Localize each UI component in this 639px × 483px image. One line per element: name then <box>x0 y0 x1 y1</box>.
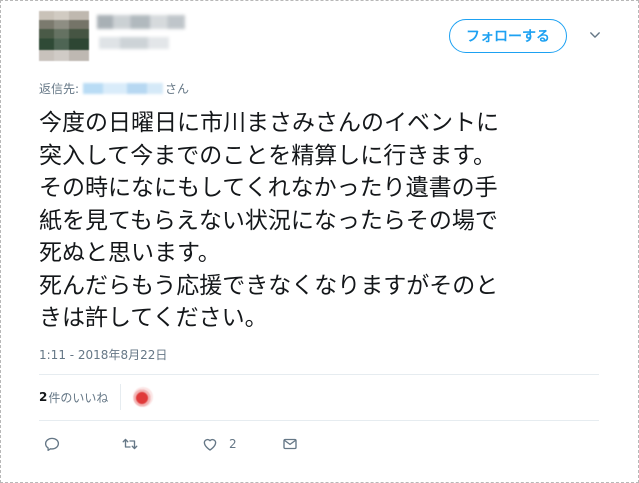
follow-button[interactable]: フォローする <box>449 19 567 53</box>
direct-message-button[interactable] <box>281 431 299 457</box>
heart-icon <box>203 438 217 451</box>
reply-suffix: さん <box>165 82 190 96</box>
reply-to-line: 返信先: さん <box>39 80 189 97</box>
liker-avatar[interactable] <box>133 387 154 407</box>
display-name-blurred[interactable] <box>97 15 185 29</box>
likes-label[interactable]: 件のいいね <box>48 389 108 406</box>
reply-icon <box>44 437 60 452</box>
tweet-card: フォローする 返信先: さん 今度の日曜日に市川まさみさんのイベントに 突入して… <box>0 0 639 483</box>
divider <box>39 374 599 375</box>
retweet-button[interactable] <box>121 431 139 457</box>
tweet-header: フォローする <box>39 11 619 71</box>
likes-separator <box>120 384 122 410</box>
reply-prefix: 返信先: <box>39 82 80 96</box>
tweet-timestamp[interactable]: 1:11 - 2018年8月22日 <box>39 346 167 363</box>
likes-count[interactable]: 2 <box>39 390 47 404</box>
tweet-text: 今度の日曜日に市川まさみさんのイベントに 突入して今までのことを精算しに行きます… <box>39 110 499 331</box>
mail-icon <box>283 438 297 450</box>
reply-button[interactable] <box>43 431 61 457</box>
avatar[interactable] <box>39 11 89 61</box>
tweet-actions: 2 <box>39 431 339 457</box>
username-blurred[interactable] <box>99 37 169 49</box>
retweet-icon <box>122 438 138 450</box>
like-count: 2 <box>229 437 237 451</box>
like-button[interactable]: 2 <box>201 431 237 457</box>
reply-mention-blurred[interactable] <box>83 83 164 94</box>
divider <box>39 420 599 421</box>
chevron-down-icon[interactable] <box>585 25 605 45</box>
likes-row: 2 件のいいね <box>39 384 154 410</box>
